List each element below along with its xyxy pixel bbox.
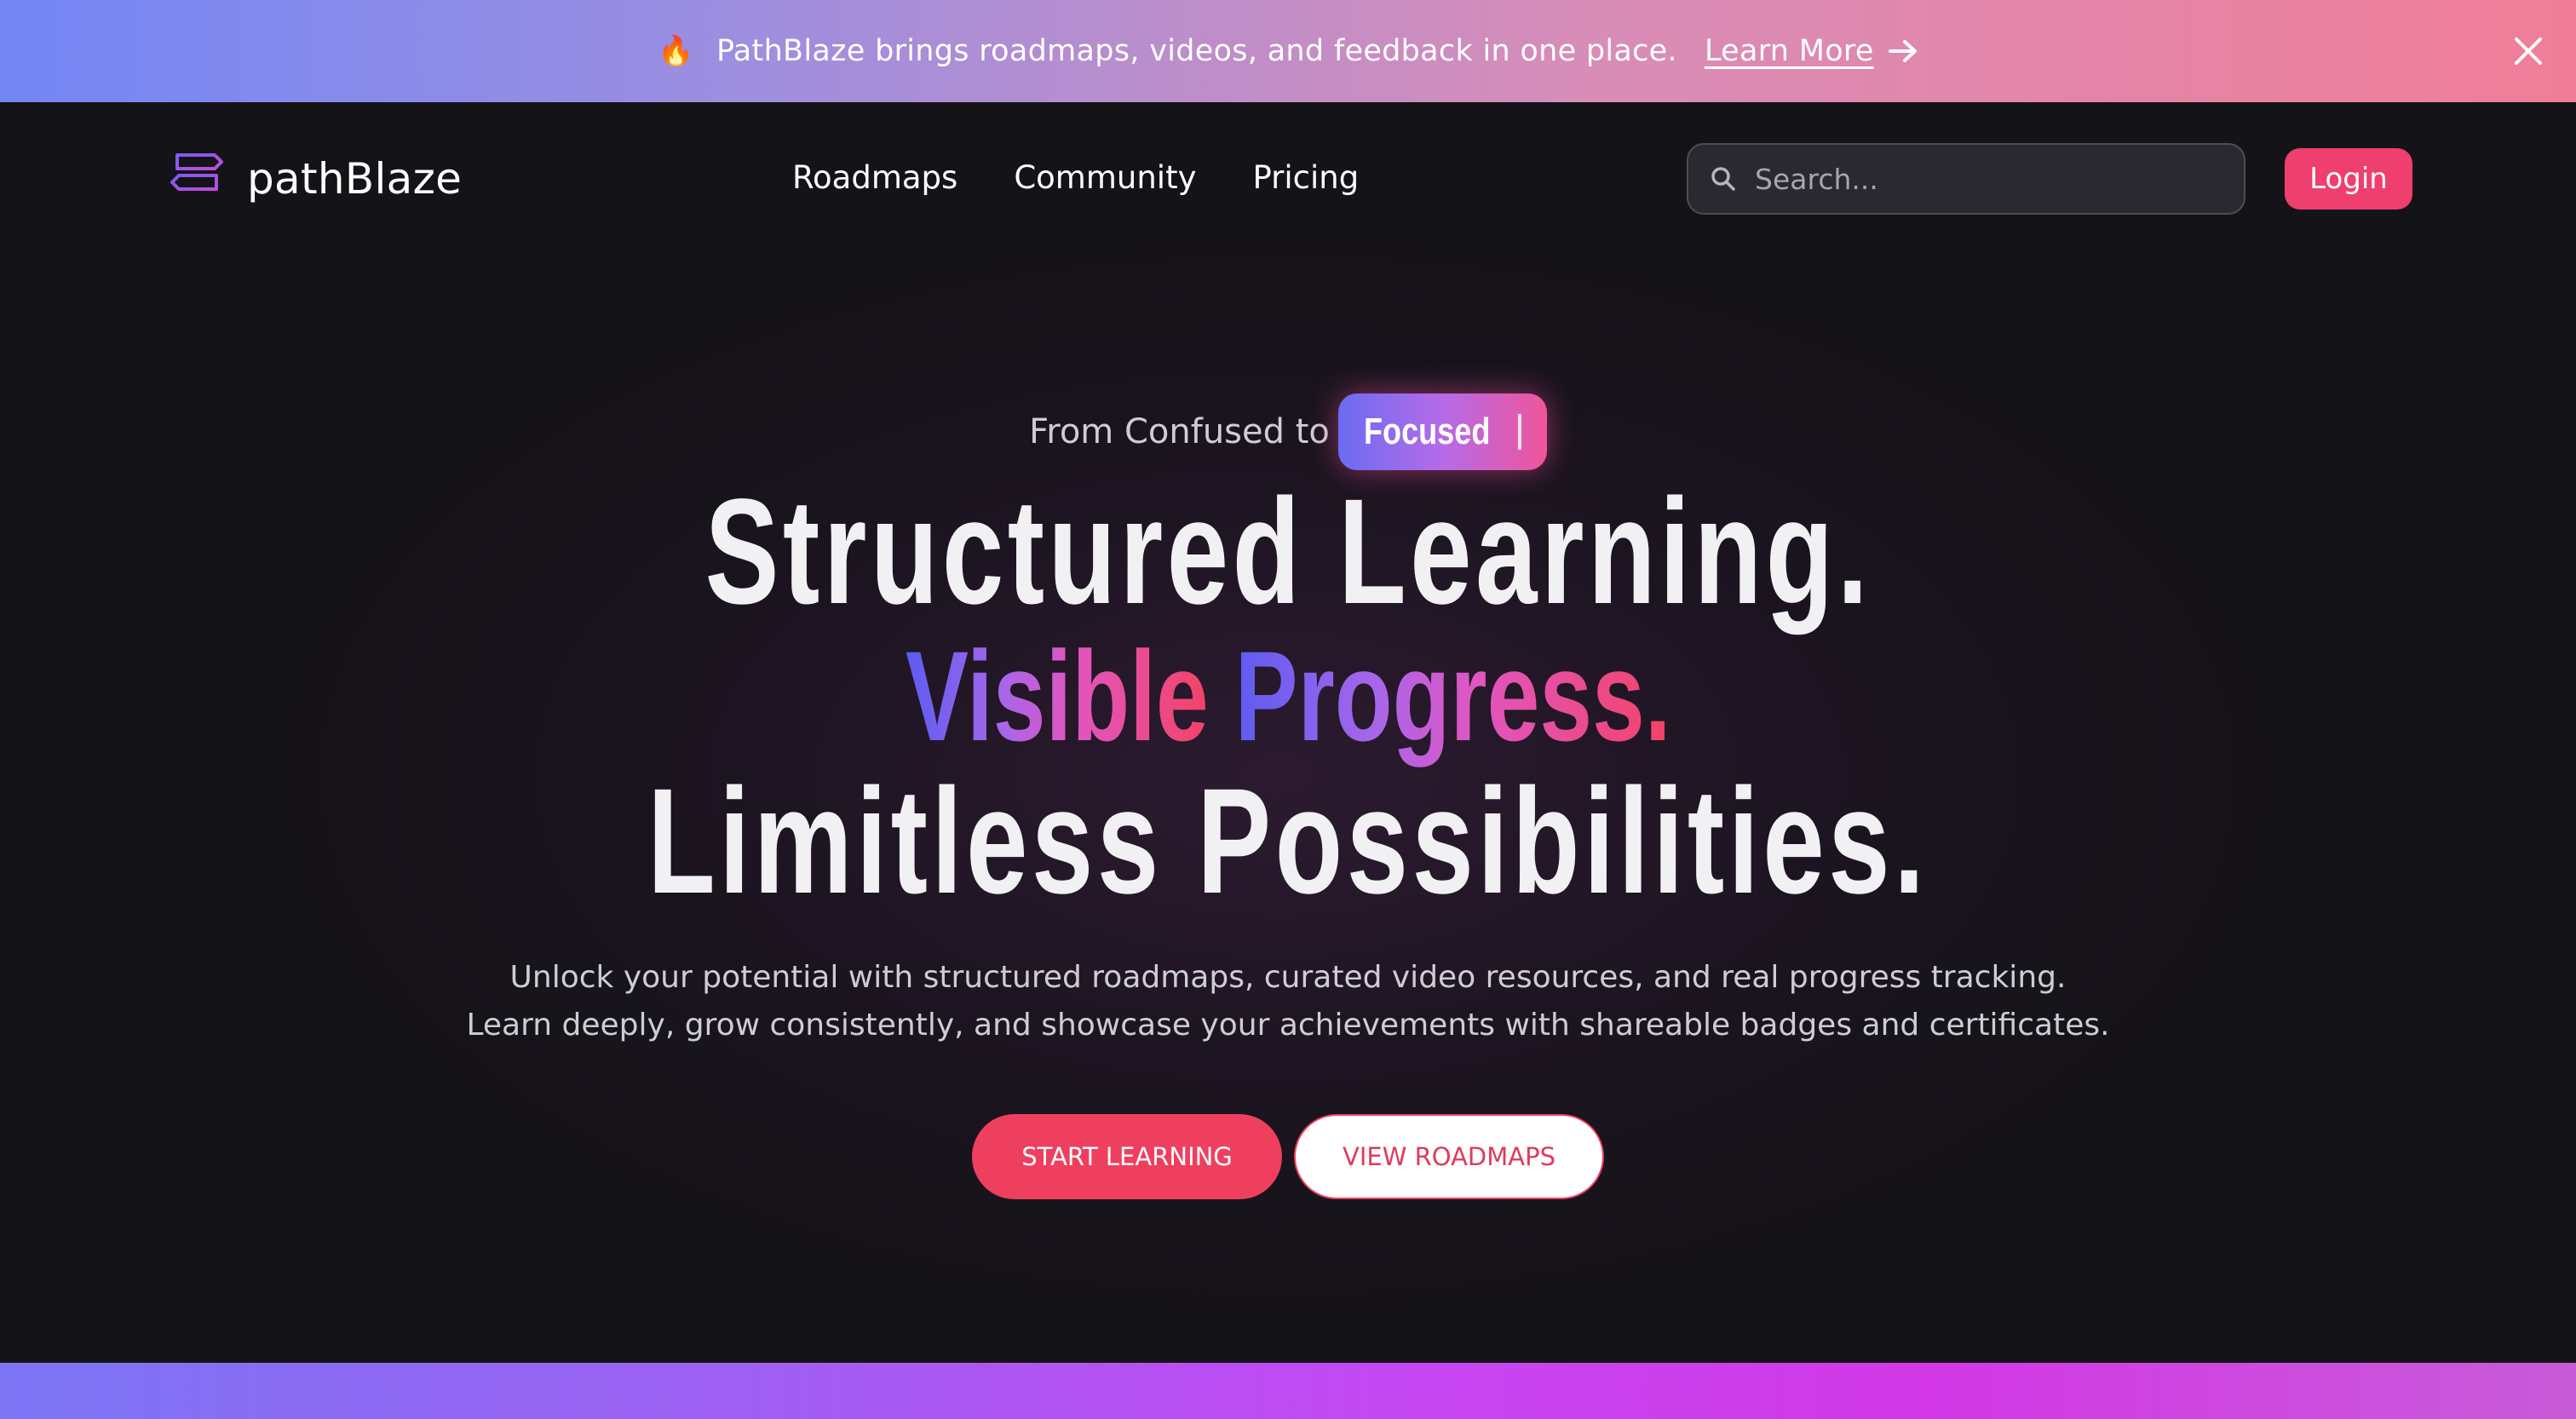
signpost-icon bbox=[167, 145, 227, 213]
headline-line-2-wrap: Visible Progress. bbox=[906, 632, 1671, 760]
hero-cta-row: START LEARNING VIEW ROADMAPS bbox=[0, 1114, 2576, 1199]
headline-progress-word: Progress. bbox=[1234, 624, 1671, 767]
landing-page: 🔥 PathBlaze brings roadmaps, videos, and… bbox=[0, 0, 2576, 1419]
headline-line-1-text: Structured Learning. bbox=[704, 468, 1872, 635]
hero-subtext-line-1: Unlock your potential with structured ro… bbox=[509, 960, 2067, 995]
nav-link-pricing[interactable]: Pricing bbox=[1252, 159, 1359, 196]
fire-icon: 🔥 bbox=[658, 34, 694, 68]
hero-subtext-line-2: Learn deeply, grow consistently, and sho… bbox=[466, 1008, 2110, 1043]
view-roadmaps-button[interactable]: VIEW ROADMAPS bbox=[1294, 1114, 1604, 1199]
tagline-prefix: From Confused to bbox=[1029, 412, 1330, 451]
nav-link-community[interactable]: Community bbox=[1014, 159, 1196, 196]
announcement-bar: 🔥 PathBlaze brings roadmaps, videos, and… bbox=[0, 0, 2576, 102]
headline-line-2: Visible Progress. bbox=[0, 632, 2576, 760]
announcement-content: 🔥 PathBlaze brings roadmaps, videos, and… bbox=[658, 34, 1918, 68]
nav-links: Roadmaps Community Pricing bbox=[792, 159, 1359, 196]
announcement-text: PathBlaze brings roadmaps, videos, and f… bbox=[716, 34, 1677, 68]
tagline-highlight-pill: Focused bbox=[1337, 394, 1547, 470]
hero-tagline: From Confused to Focused bbox=[0, 394, 2576, 470]
logo[interactable]: pathBlaze bbox=[167, 145, 462, 213]
learn-more-label: Learn More bbox=[1704, 34, 1874, 68]
hero-subtext: Unlock your potential with structured ro… bbox=[0, 954, 2576, 1049]
typing-caret bbox=[1517, 414, 1521, 450]
search-box[interactable] bbox=[1687, 143, 2245, 215]
headline-line-3: Limitless Possibilities. bbox=[0, 767, 2576, 916]
search-input[interactable] bbox=[1755, 162, 2215, 196]
login-button[interactable]: Login bbox=[2285, 148, 2412, 210]
tagline-highlight-word: Focused bbox=[1363, 411, 1491, 452]
start-learning-button[interactable]: START LEARNING bbox=[972, 1114, 1282, 1199]
bottom-gradient-strip bbox=[0, 1363, 2576, 1419]
nav-link-roadmaps[interactable]: Roadmaps bbox=[792, 159, 957, 196]
headline-line-3-text: Limitless Possibilities. bbox=[647, 758, 1929, 925]
search-icon bbox=[1709, 164, 1738, 193]
logo-text: pathBlaze bbox=[247, 154, 463, 204]
arrow-right-icon bbox=[1888, 38, 1918, 64]
headline-line-1: Structured Learning. bbox=[0, 477, 2576, 627]
learn-more-link[interactable]: Learn More bbox=[1705, 34, 1918, 68]
close-icon[interactable] bbox=[2513, 36, 2544, 66]
headline-visible-word: Visible bbox=[905, 624, 1209, 767]
